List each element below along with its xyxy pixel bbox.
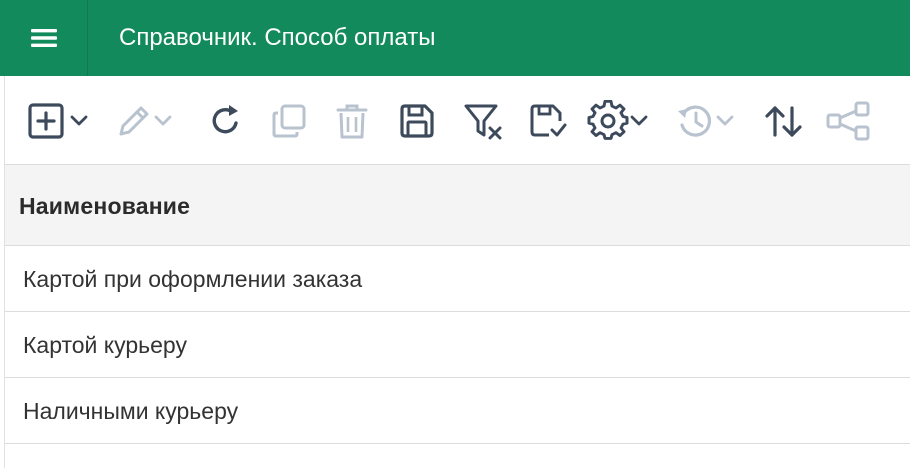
table-row[interactable]: Картой курьеру: [5, 312, 910, 378]
save-check-icon: [530, 104, 567, 137]
table-cell-name: Картой курьеру: [23, 332, 187, 358]
column-header-name[interactable]: Наименование: [19, 165, 190, 247]
header-divider: [87, 0, 88, 76]
hamburger-icon: [30, 29, 57, 47]
pencil-icon: [119, 106, 149, 136]
table-cell-name: Наличными курьеру: [23, 398, 239, 424]
refresh-button[interactable]: [207, 96, 243, 146]
main-panel: Наименование Картой при оформлении заказ…: [4, 76, 910, 468]
add-box-icon: [28, 103, 64, 139]
table-row[interactable]: Наличными курьеру: [5, 378, 910, 444]
save-filter-button[interactable]: [527, 96, 569, 146]
save-button[interactable]: [397, 96, 437, 146]
sort-arrows-icon: [765, 106, 802, 137]
filter-clear-icon: [464, 104, 502, 140]
history-icon: [678, 105, 712, 137]
chevron-down-icon: [630, 115, 648, 126]
sort-button[interactable]: [763, 96, 805, 146]
copy-icon: [272, 104, 306, 138]
clear-filter-button[interactable]: [463, 96, 505, 146]
table-cell-name: Картой при оформлении заказа: [23, 266, 363, 292]
toolbar: [5, 76, 910, 164]
edit-button[interactable]: [115, 96, 173, 146]
page-title: Справочник. Способ оплаты: [119, 24, 436, 51]
settings-button[interactable]: [587, 96, 649, 146]
floppy-icon: [400, 104, 434, 138]
delete-button[interactable]: [333, 96, 371, 146]
table-row[interactable]: Картой при оформлении заказа: [5, 246, 910, 312]
gear-icon: [587, 100, 629, 140]
chevron-down-icon: [154, 115, 172, 126]
refresh-icon: [212, 105, 238, 134]
app-header: Справочник. Способ оплаты: [0, 0, 910, 76]
share-button[interactable]: [825, 96, 873, 146]
chevron-down-icon: [70, 115, 88, 126]
copy-button[interactable]: [269, 96, 309, 146]
menu-button[interactable]: [0, 0, 87, 76]
table-body: Картой при оформлении заказа Картой курь…: [5, 246, 910, 444]
table-header: Наименование: [5, 164, 910, 246]
share-nodes-icon: [826, 101, 870, 141]
history-button[interactable]: [675, 96, 735, 146]
trash-icon: [336, 104, 368, 139]
add-button[interactable]: [27, 96, 89, 146]
chevron-down-icon: [716, 115, 734, 126]
